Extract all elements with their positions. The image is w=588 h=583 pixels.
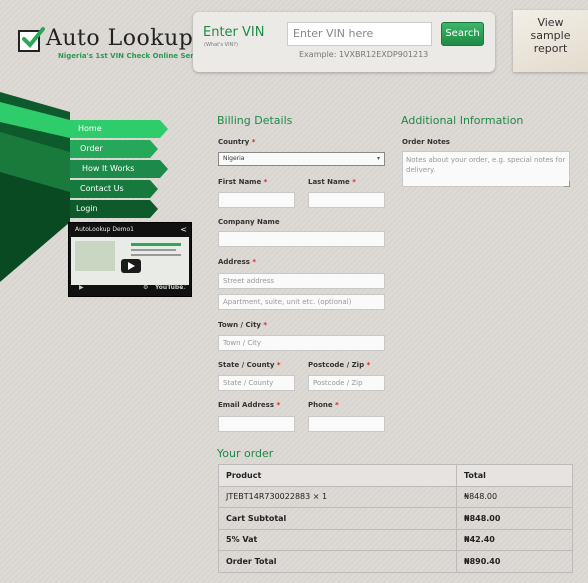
vin-title: Enter VIN (203, 25, 265, 40)
row-label: 5% Vat (218, 528, 457, 551)
country-select[interactable]: Nigeria ▾ (218, 152, 385, 166)
video-controls[interactable]: ▶ ⚙ YouTube ⛶ (71, 284, 189, 294)
table-row: 5% Vat ₦42.40 (218, 528, 573, 551)
table-row: JTEBT14R730022883 × 1 ₦848.00 (218, 485, 573, 508)
whats-vin-link[interactable]: (What's VIN?) (204, 42, 238, 48)
chevron-down-icon: ▾ (376, 155, 380, 162)
share-icon[interactable]: < (180, 225, 187, 234)
nav-item-contact-us[interactable]: Contact Us (68, 180, 124, 198)
apartment-field[interactable]: Apartment, suite, unit etc. (optional) (218, 294, 385, 310)
first-name-field[interactable] (218, 192, 295, 208)
row-label: JTEBT14R730022883 × 1 (218, 485, 457, 508)
billing-details-heading: Billing Details (217, 114, 293, 127)
row-label: Order Total (218, 550, 457, 573)
video-title: AutoLookup Demo1 (75, 226, 134, 233)
row-value: ₦890.40 (456, 550, 573, 573)
phone-field[interactable] (308, 416, 385, 432)
row-label: Cart Subtotal (218, 507, 457, 530)
email-field[interactable] (218, 416, 295, 432)
nav-item-login[interactable]: Login (68, 200, 98, 218)
logo-tagline: Nigeria's 1st VIN Check Online Service! (58, 52, 213, 60)
table-header-row: Product Total (218, 464, 573, 487)
city-label: Town / City * (218, 321, 268, 329)
video-thumbnail (71, 237, 189, 285)
nav-item-how-it-works[interactable]: How It Works (68, 160, 134, 178)
country-label: Country * (218, 138, 256, 146)
order-notes-label: Order Notes (402, 138, 450, 146)
first-name-label: First Name * (218, 178, 268, 186)
row-value: ₦848.00 (456, 507, 573, 530)
email-label: Email Address * (218, 401, 281, 409)
row-value: ₦848.00 (456, 485, 573, 508)
logo-name: Auto Lookup (46, 26, 194, 51)
total-header: Total (456, 464, 573, 487)
resize-handle-icon[interactable] (564, 181, 570, 187)
sample-report-line: report (533, 42, 568, 55)
street-address-field[interactable]: Street address (218, 273, 385, 289)
city-field[interactable]: Town / City (218, 335, 385, 351)
additional-info-heading: Additional Information (401, 114, 524, 127)
sample-report-line: View (537, 16, 564, 29)
view-sample-report-link[interactable]: View sample report (513, 10, 588, 72)
settings-icon[interactable]: ⚙ (143, 284, 148, 291)
checkbox-logo-icon (18, 27, 45, 52)
nav-item-order[interactable]: Order (68, 140, 103, 158)
state-label: State / County * (218, 361, 281, 369)
vin-input[interactable]: Enter VIN here (287, 22, 432, 46)
row-value: ₦42.40 (456, 528, 573, 551)
company-label: Company Name (218, 218, 280, 226)
last-name-field[interactable] (308, 192, 385, 208)
postcode-label: Postcode / Zip * (308, 361, 371, 369)
your-order-heading: Your order (217, 447, 274, 460)
postcode-field[interactable]: Postcode / Zip (308, 375, 385, 391)
play-button-icon[interactable] (121, 259, 141, 273)
company-field[interactable] (218, 231, 385, 247)
table-row: Cart Subtotal ₦848.00 (218, 507, 573, 530)
search-button[interactable]: Search (441, 22, 484, 46)
site-header: Auto Lookup Nigeria's 1st VIN Check Onli… (0, 0, 588, 92)
last-name-label: Last Name * (308, 178, 356, 186)
youtube-icon[interactable]: YouTube (155, 284, 183, 291)
demo-video-player[interactable]: AutoLookup Demo1 < ▶ ⚙ YouTube ⛶ (68, 222, 192, 297)
play-icon[interactable]: ▶ (79, 284, 84, 291)
phone-label: Phone * (308, 401, 339, 409)
country-value: Nigeria (223, 155, 245, 162)
order-table: Product Total JTEBT14R730022883 × 1 ₦848… (218, 464, 573, 573)
order-notes-textarea[interactable]: Notes about your order, e.g. special not… (402, 151, 570, 187)
vin-search-box: Enter VIN (What's VIN?) Enter VIN here S… (193, 12, 495, 72)
sample-report-line: sample (530, 29, 571, 42)
table-row: Order Total ₦890.40 (218, 550, 573, 573)
nav-item-home[interactable]: Home (68, 120, 102, 138)
vin-example: Example: 1VXBR12EXDP901213 (299, 50, 429, 59)
state-field[interactable]: State / County (218, 375, 295, 391)
address-label: Address * (218, 258, 257, 266)
product-header: Product (218, 464, 457, 487)
fullscreen-icon[interactable]: ⛶ (181, 284, 185, 292)
